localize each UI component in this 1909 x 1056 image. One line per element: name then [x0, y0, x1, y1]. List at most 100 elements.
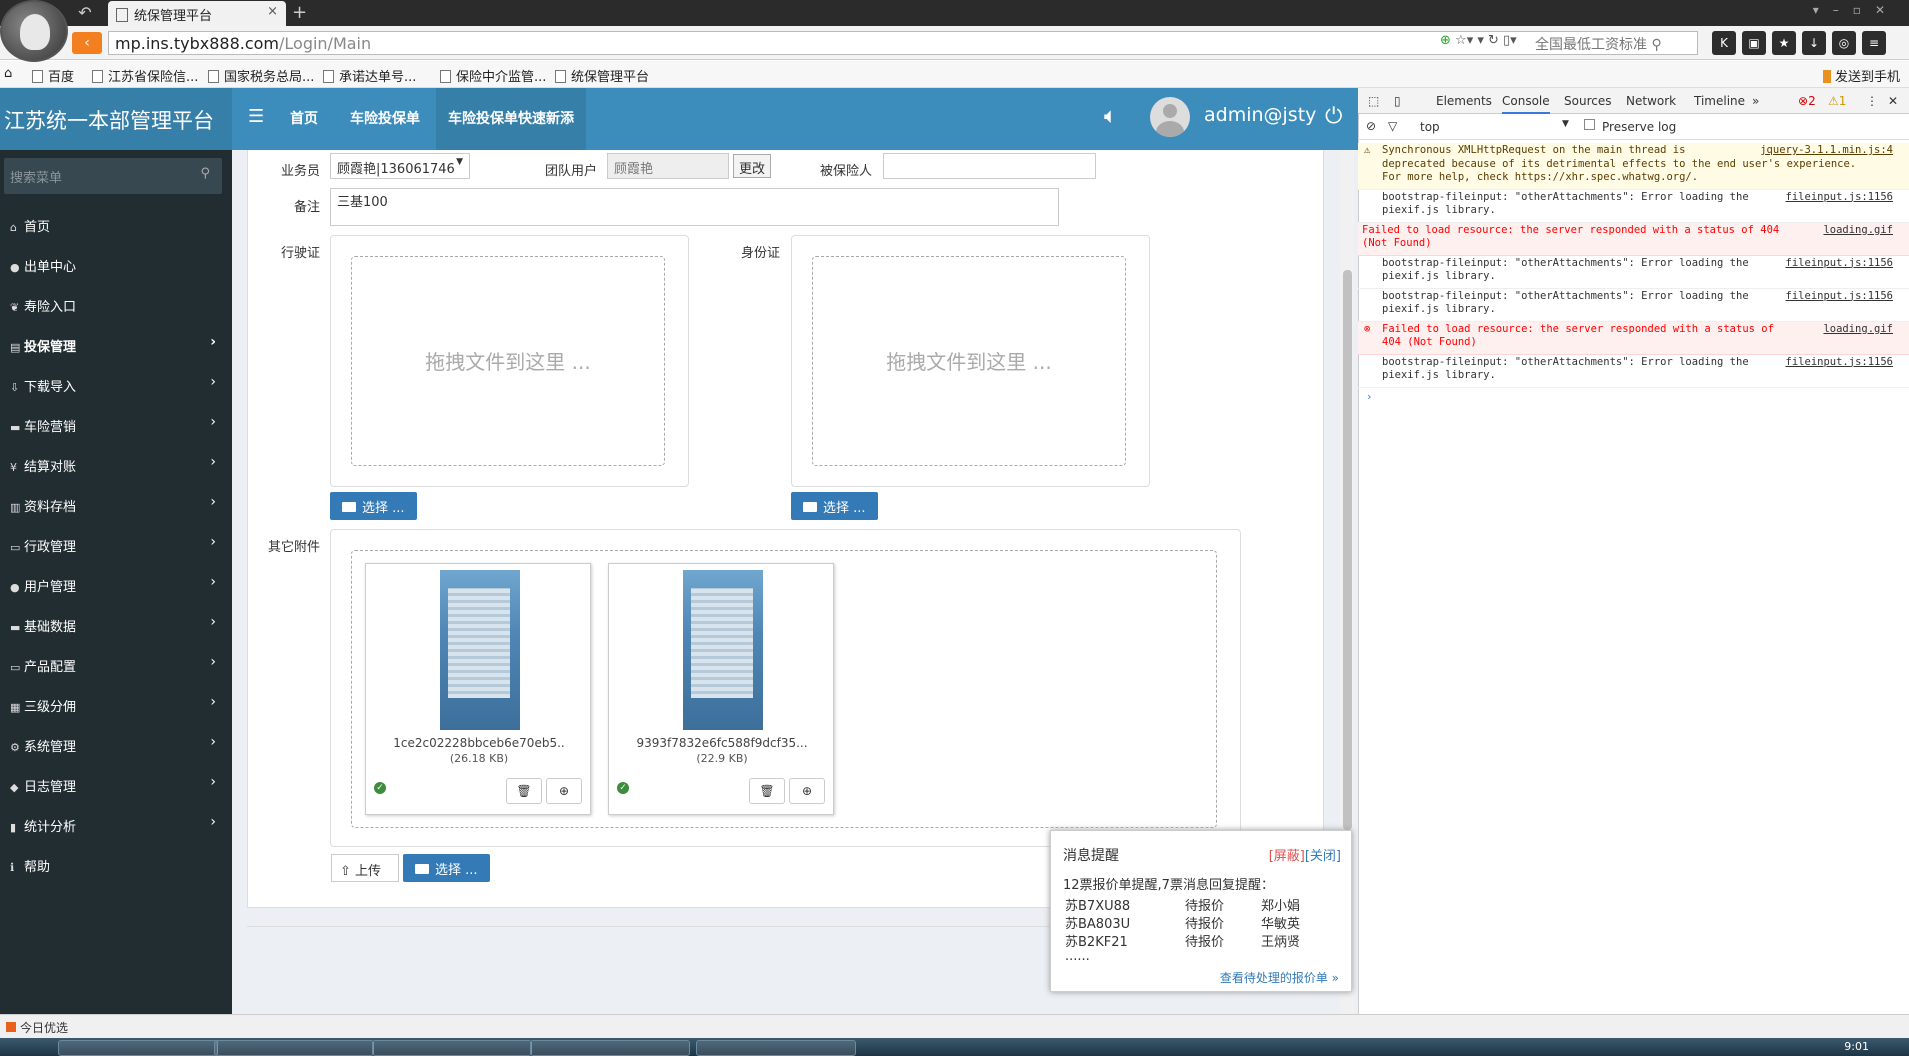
device-icon[interactable]: ▯	[1394, 94, 1401, 108]
bookmark-item[interactable]: 国家税务总局...	[208, 66, 314, 85]
sidebar-item[interactable]: ● 出单中心	[0, 244, 232, 284]
sidebar-item[interactable]: ❦ 寿险入口	[0, 284, 232, 324]
zoom-file-button[interactable]: ⊕	[789, 778, 825, 804]
source-link[interactable]: fileinput.js:1156	[1786, 257, 1893, 271]
remark-textarea[interactable]: 三基100	[330, 188, 1059, 226]
team-input[interactable]: 顾霞艳	[607, 153, 729, 179]
console-prompt[interactable]: ›	[1358, 390, 1909, 403]
send-to-phone[interactable]: 发送到手机	[1823, 66, 1900, 85]
avatar[interactable]	[1150, 97, 1190, 137]
block-link[interactable]: [屏蔽]	[1269, 849, 1305, 864]
sidebar-item[interactable]: ▭ 行政管理 ›	[0, 524, 232, 564]
caret-down-icon[interactable]: ▼	[1562, 119, 1569, 129]
speaker-icon[interactable]: 🔈︎	[1104, 104, 1117, 129]
context-select[interactable]: top	[1420, 120, 1440, 134]
hamburger-icon[interactable]: ☰	[248, 106, 264, 127]
file-thumbnail[interactable]	[440, 570, 520, 730]
sidebar-item[interactable]: ▬ 车险营销 ›	[0, 404, 232, 444]
sidebar-item[interactable]: ⚙ 系统管理 ›	[0, 724, 232, 764]
change-button[interactable]: 更改	[733, 154, 772, 178]
sidebar-search[interactable]: 搜索菜单 ⚲	[4, 158, 222, 194]
back-button[interactable]: ‹	[72, 32, 102, 54]
sidebar-item[interactable]: ▦ 三级分佣 ›	[0, 684, 232, 724]
game-icon[interactable]: ◎	[1832, 31, 1856, 55]
undo-tab-icon[interactable]: ↶	[72, 3, 98, 23]
search-icon[interactable]: ⚲	[200, 166, 210, 181]
preserve-log-checkbox[interactable]	[1584, 119, 1595, 130]
bookmark-item[interactable]: 江苏省保险信...	[92, 66, 198, 85]
sidebar-item[interactable]: ¥ 结算对账 ›	[0, 444, 232, 484]
nav-quick-add[interactable]: 车险投保单快速新添	[436, 88, 586, 150]
other-choose-button[interactable]: 选择 ...	[403, 854, 490, 882]
sidebar-item[interactable]: ℹ 帮助	[0, 844, 232, 884]
download-icon[interactable]: ↓	[1802, 31, 1826, 55]
idcard-choose-button[interactable]: 选择 ...	[791, 492, 878, 520]
bookmark-item[interactable]: 承诺达单号...	[323, 66, 416, 85]
clear-console-icon[interactable]: ⊘	[1366, 119, 1376, 133]
source-link[interactable]: loading.gif	[1823, 323, 1893, 337]
source-link[interactable]: fileinput.js:1156	[1786, 356, 1893, 370]
more-tabs-icon[interactable]: »	[1752, 94, 1759, 108]
sidebar-item[interactable]: ▤ 投保管理 ›	[0, 324, 232, 364]
nav-home[interactable]: 首页	[278, 88, 330, 150]
star-icon[interactable]: ★	[1772, 31, 1796, 55]
tab-network[interactable]: Network	[1626, 94, 1676, 108]
lock-icon[interactable]: ▣	[1742, 31, 1766, 55]
sidebar-item[interactable]: ▬ 基础数据 ›	[0, 604, 232, 644]
sidebar-item[interactable]: ▥ 资料存档 ›	[0, 484, 232, 524]
salesman-select[interactable]: 顾霞艳|136061746 ▼	[330, 153, 470, 179]
view-pending-quotes-link[interactable]: 查看待处理的报价单 »	[1220, 969, 1339, 986]
browser-tab[interactable]: 统保管理平台 ×	[108, 1, 286, 26]
taskbar-app[interactable]	[58, 1040, 218, 1056]
window-controls[interactable]: ▾–▫✕	[1813, 3, 1899, 17]
source-link[interactable]: jquery-3.1.1.min.js:4	[1760, 144, 1893, 158]
scrollbar-thumb[interactable]	[1343, 270, 1352, 830]
zoom-file-button[interactable]: ⊕	[546, 778, 582, 804]
insured-input[interactable]	[883, 153, 1096, 179]
url-action-icons[interactable]: ⊕ ☆▾ ▾ ↻ ▯▾	[1440, 33, 1517, 48]
taskbar-app[interactable]	[214, 1040, 374, 1056]
sidebar-item[interactable]: ◆ 日志管理 ›	[0, 764, 232, 804]
sidebar-item[interactable]: ⌂ 首页	[0, 204, 232, 244]
source-link[interactable]: fileinput.js:1156	[1786, 191, 1893, 205]
new-tab-icon[interactable]: +	[292, 2, 307, 23]
source-link[interactable]: fileinput.js:1156	[1786, 290, 1893, 304]
upload-button[interactable]: ⇧ 上传	[331, 854, 399, 882]
tab-sources[interactable]: Sources	[1564, 94, 1611, 108]
bookmark-item[interactable]: 统保管理平台	[555, 66, 649, 85]
license-dropzone[interactable]: 拖拽文件到这里 ...	[351, 256, 665, 466]
delete-file-button[interactable]: 🗑︎	[506, 778, 542, 804]
taskbar-app[interactable]	[372, 1040, 532, 1056]
home-icon[interactable]: ⌂	[4, 66, 12, 81]
extension-k-icon[interactable]: K	[1712, 31, 1736, 55]
tab-elements[interactable]: Elements	[1436, 94, 1492, 108]
inspect-icon[interactable]: ⬚	[1368, 94, 1379, 108]
source-link[interactable]: loading.gif	[1823, 224, 1893, 238]
license-choose-button[interactable]: 选择 ...	[330, 492, 417, 520]
bookmark-item[interactable]: 保险中介监管...	[440, 66, 546, 85]
close-tab-icon[interactable]: ×	[267, 4, 278, 19]
tab-console[interactable]: Console	[1502, 94, 1550, 114]
nav-car-policy[interactable]: 车险投保单	[338, 88, 432, 150]
close-link[interactable]: [关闭]	[1305, 849, 1341, 864]
search-box[interactable]: 全国最低工资标准 ⚲	[1535, 31, 1710, 55]
bookmark-item[interactable]: 百度	[32, 66, 74, 85]
close-devtools-icon[interactable]: ✕	[1888, 94, 1898, 108]
idcard-dropzone[interactable]: 拖拽文件到这里 ...	[812, 256, 1126, 466]
sidebar-item[interactable]: ⇩ 下载导入 ›	[0, 364, 232, 404]
warning-count[interactable]: ⚠1	[1828, 94, 1846, 108]
file-thumbnail[interactable]	[683, 570, 763, 730]
sidebar-item[interactable]: ▮ 统计分析 ›	[0, 804, 232, 844]
sidebar-item[interactable]: ● 用户管理 ›	[0, 564, 232, 604]
brand-title[interactable]: 江苏统一本部管理平台	[0, 88, 232, 150]
error-count[interactable]: ⊗2	[1798, 94, 1816, 108]
delete-file-button[interactable]: 🗑︎	[749, 778, 785, 804]
username[interactable]: admin@jsty	[1204, 104, 1316, 126]
tab-timeline[interactable]: Timeline	[1694, 94, 1745, 108]
search-icon[interactable]: ⚲	[1651, 37, 1661, 53]
kebab-menu-icon[interactable]: ⋮	[1866, 94, 1878, 108]
browser-logo-icon[interactable]	[0, 0, 68, 62]
taskbar-app[interactable]	[530, 1040, 690, 1056]
status-text[interactable]: 今日优选	[20, 1021, 68, 1035]
taskbar-app[interactable]	[696, 1040, 856, 1056]
